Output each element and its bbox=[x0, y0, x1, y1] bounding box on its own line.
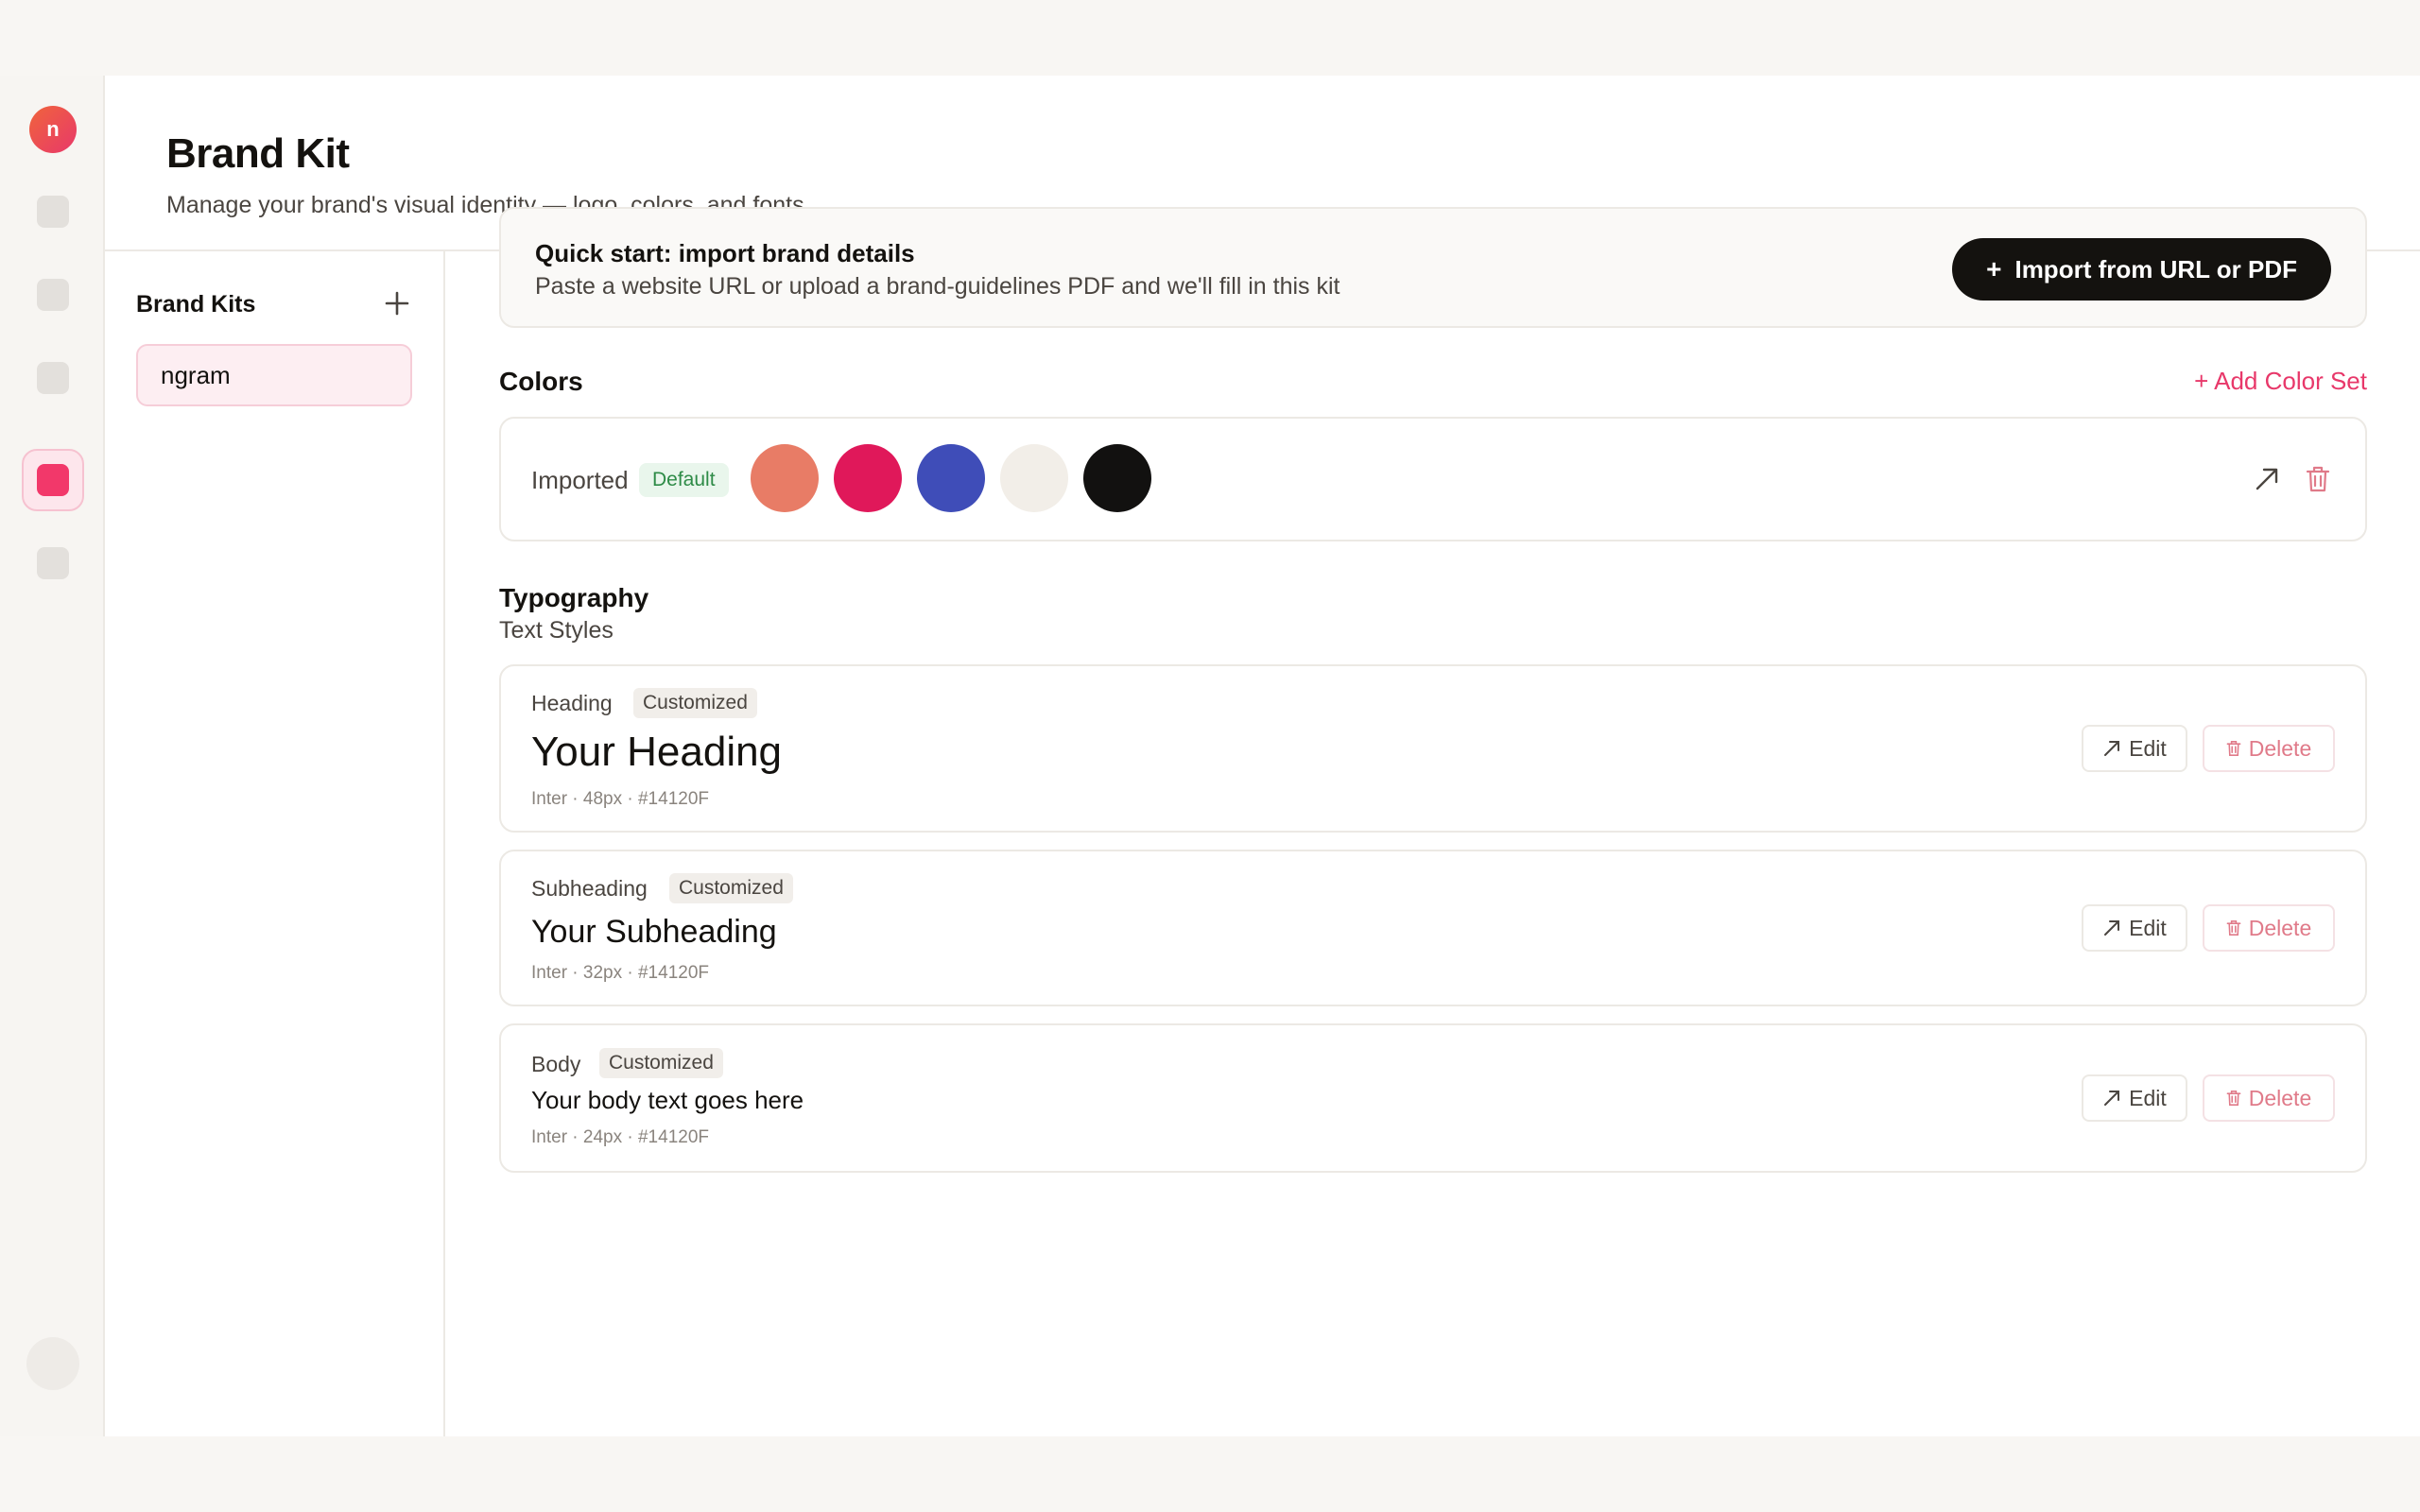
app-window: n Brand Kit Manage your brand's visual i… bbox=[0, 76, 2420, 1436]
edit-style-button[interactable]: Edit bbox=[2082, 1074, 2187, 1122]
text-style-card-heading: Heading Customized Your Heading Inter · … bbox=[499, 664, 2367, 833]
color-set-card: Imported Default bbox=[499, 417, 2367, 541]
arrow-up-right-icon bbox=[2256, 468, 2278, 490]
style-actions: Edit Delete bbox=[2082, 725, 2335, 772]
style-sample: Your body text goes here bbox=[531, 1086, 804, 1114]
color-swatch[interactable] bbox=[1083, 444, 1151, 512]
workspace-logo[interactable]: n bbox=[29, 106, 77, 153]
style-meta: Inter · 32px · #14120F bbox=[531, 963, 709, 983]
nav-item-5[interactable] bbox=[22, 532, 84, 594]
quick-start-description: Paste a website URL or upload a brand-gu… bbox=[535, 273, 1340, 300]
color-swatches bbox=[751, 444, 1151, 512]
customized-badge: Customized bbox=[669, 873, 793, 903]
color-swatch[interactable] bbox=[751, 444, 819, 512]
quick-start-title: Quick start: import brand details bbox=[535, 239, 915, 267]
edit-label: Edit bbox=[2129, 915, 2167, 940]
brand-kits-title: Brand Kits bbox=[136, 291, 256, 318]
text-style-card-subheading: Subheading Customized Your Subheading In… bbox=[499, 850, 2367, 1006]
nav-item-1[interactable] bbox=[22, 180, 84, 243]
style-sample: Your Heading bbox=[531, 729, 783, 775]
color-swatch[interactable] bbox=[917, 444, 985, 512]
delete-label: Delete bbox=[2248, 735, 2312, 761]
quick-start-banner: Quick start: import brand details Paste … bbox=[499, 207, 2367, 328]
customized-badge: Customized bbox=[599, 1048, 723, 1078]
color-swatch[interactable] bbox=[1000, 444, 1068, 512]
text-styles-subheading: Text Styles bbox=[499, 617, 614, 644]
arrow-up-right-icon bbox=[2104, 1091, 2120, 1106]
page-title: Brand Kit bbox=[166, 130, 350, 177]
nav-rail: n bbox=[0, 76, 105, 1436]
color-swatch[interactable] bbox=[834, 444, 902, 512]
import-button-label: Import from URL or PDF bbox=[2014, 254, 2297, 284]
style-label: Subheading bbox=[531, 876, 648, 901]
plus-icon bbox=[385, 291, 409, 316]
trash-icon bbox=[2226, 1091, 2241, 1106]
plus-icon: + bbox=[1986, 254, 2002, 284]
style-meta: Inter · 24px · #14120F bbox=[531, 1127, 709, 1147]
edit-style-button[interactable]: Edit bbox=[2082, 725, 2187, 772]
style-label: Body bbox=[531, 1052, 581, 1076]
customized-badge: Customized bbox=[633, 688, 757, 718]
edit-style-button[interactable]: Edit bbox=[2082, 904, 2187, 952]
edit-color-set-button[interactable] bbox=[2250, 460, 2284, 498]
nav-icon bbox=[37, 464, 69, 496]
import-button[interactable]: + Import from URL or PDF bbox=[1952, 238, 2331, 301]
arrow-up-right-icon bbox=[2104, 741, 2120, 756]
trash-icon bbox=[2226, 920, 2241, 936]
delete-color-set-button[interactable] bbox=[2301, 460, 2335, 498]
nav-icon bbox=[37, 279, 69, 311]
color-set-name: Imported bbox=[531, 466, 629, 494]
text-style-card-body: Body Customized Your body text goes here… bbox=[499, 1023, 2367, 1173]
user-avatar[interactable] bbox=[26, 1337, 79, 1390]
trash-icon bbox=[2306, 466, 2330, 492]
delete-style-button[interactable]: Delete bbox=[2203, 725, 2335, 772]
default-badge: Default bbox=[639, 463, 729, 497]
add-brand-kit-button[interactable] bbox=[379, 285, 415, 321]
delete-style-button[interactable]: Delete bbox=[2203, 904, 2335, 952]
edit-label: Edit bbox=[2129, 1085, 2167, 1110]
style-sample: Your Subheading bbox=[531, 914, 777, 950]
brand-kits-panel: Brand Kits ngram bbox=[105, 251, 445, 1436]
typography-heading: Typography bbox=[499, 583, 649, 612]
color-set-actions bbox=[2250, 460, 2335, 498]
trash-icon bbox=[2226, 741, 2241, 756]
nav-item-3[interactable] bbox=[22, 347, 84, 409]
edit-label: Edit bbox=[2129, 735, 2167, 761]
delete-style-button[interactable]: Delete bbox=[2203, 1074, 2335, 1122]
nav-item-2[interactable] bbox=[22, 264, 84, 326]
style-label: Heading bbox=[531, 691, 613, 715]
style-actions: Edit Delete bbox=[2082, 1074, 2335, 1122]
style-meta: Inter · 48px · #14120F bbox=[531, 789, 709, 809]
add-color-set-button[interactable]: + Add Color Set bbox=[2194, 367, 2367, 396]
nav-icon bbox=[37, 547, 69, 579]
nav-icon bbox=[37, 362, 69, 394]
colors-heading: Colors bbox=[499, 367, 583, 396]
arrow-up-right-icon bbox=[2104, 920, 2120, 936]
nav-icon bbox=[37, 196, 69, 228]
nav-item-brand-kit[interactable] bbox=[22, 449, 84, 511]
brand-kit-item[interactable]: ngram bbox=[136, 344, 412, 406]
delete-label: Delete bbox=[2248, 915, 2312, 940]
delete-label: Delete bbox=[2248, 1085, 2312, 1110]
style-actions: Edit Delete bbox=[2082, 904, 2335, 952]
